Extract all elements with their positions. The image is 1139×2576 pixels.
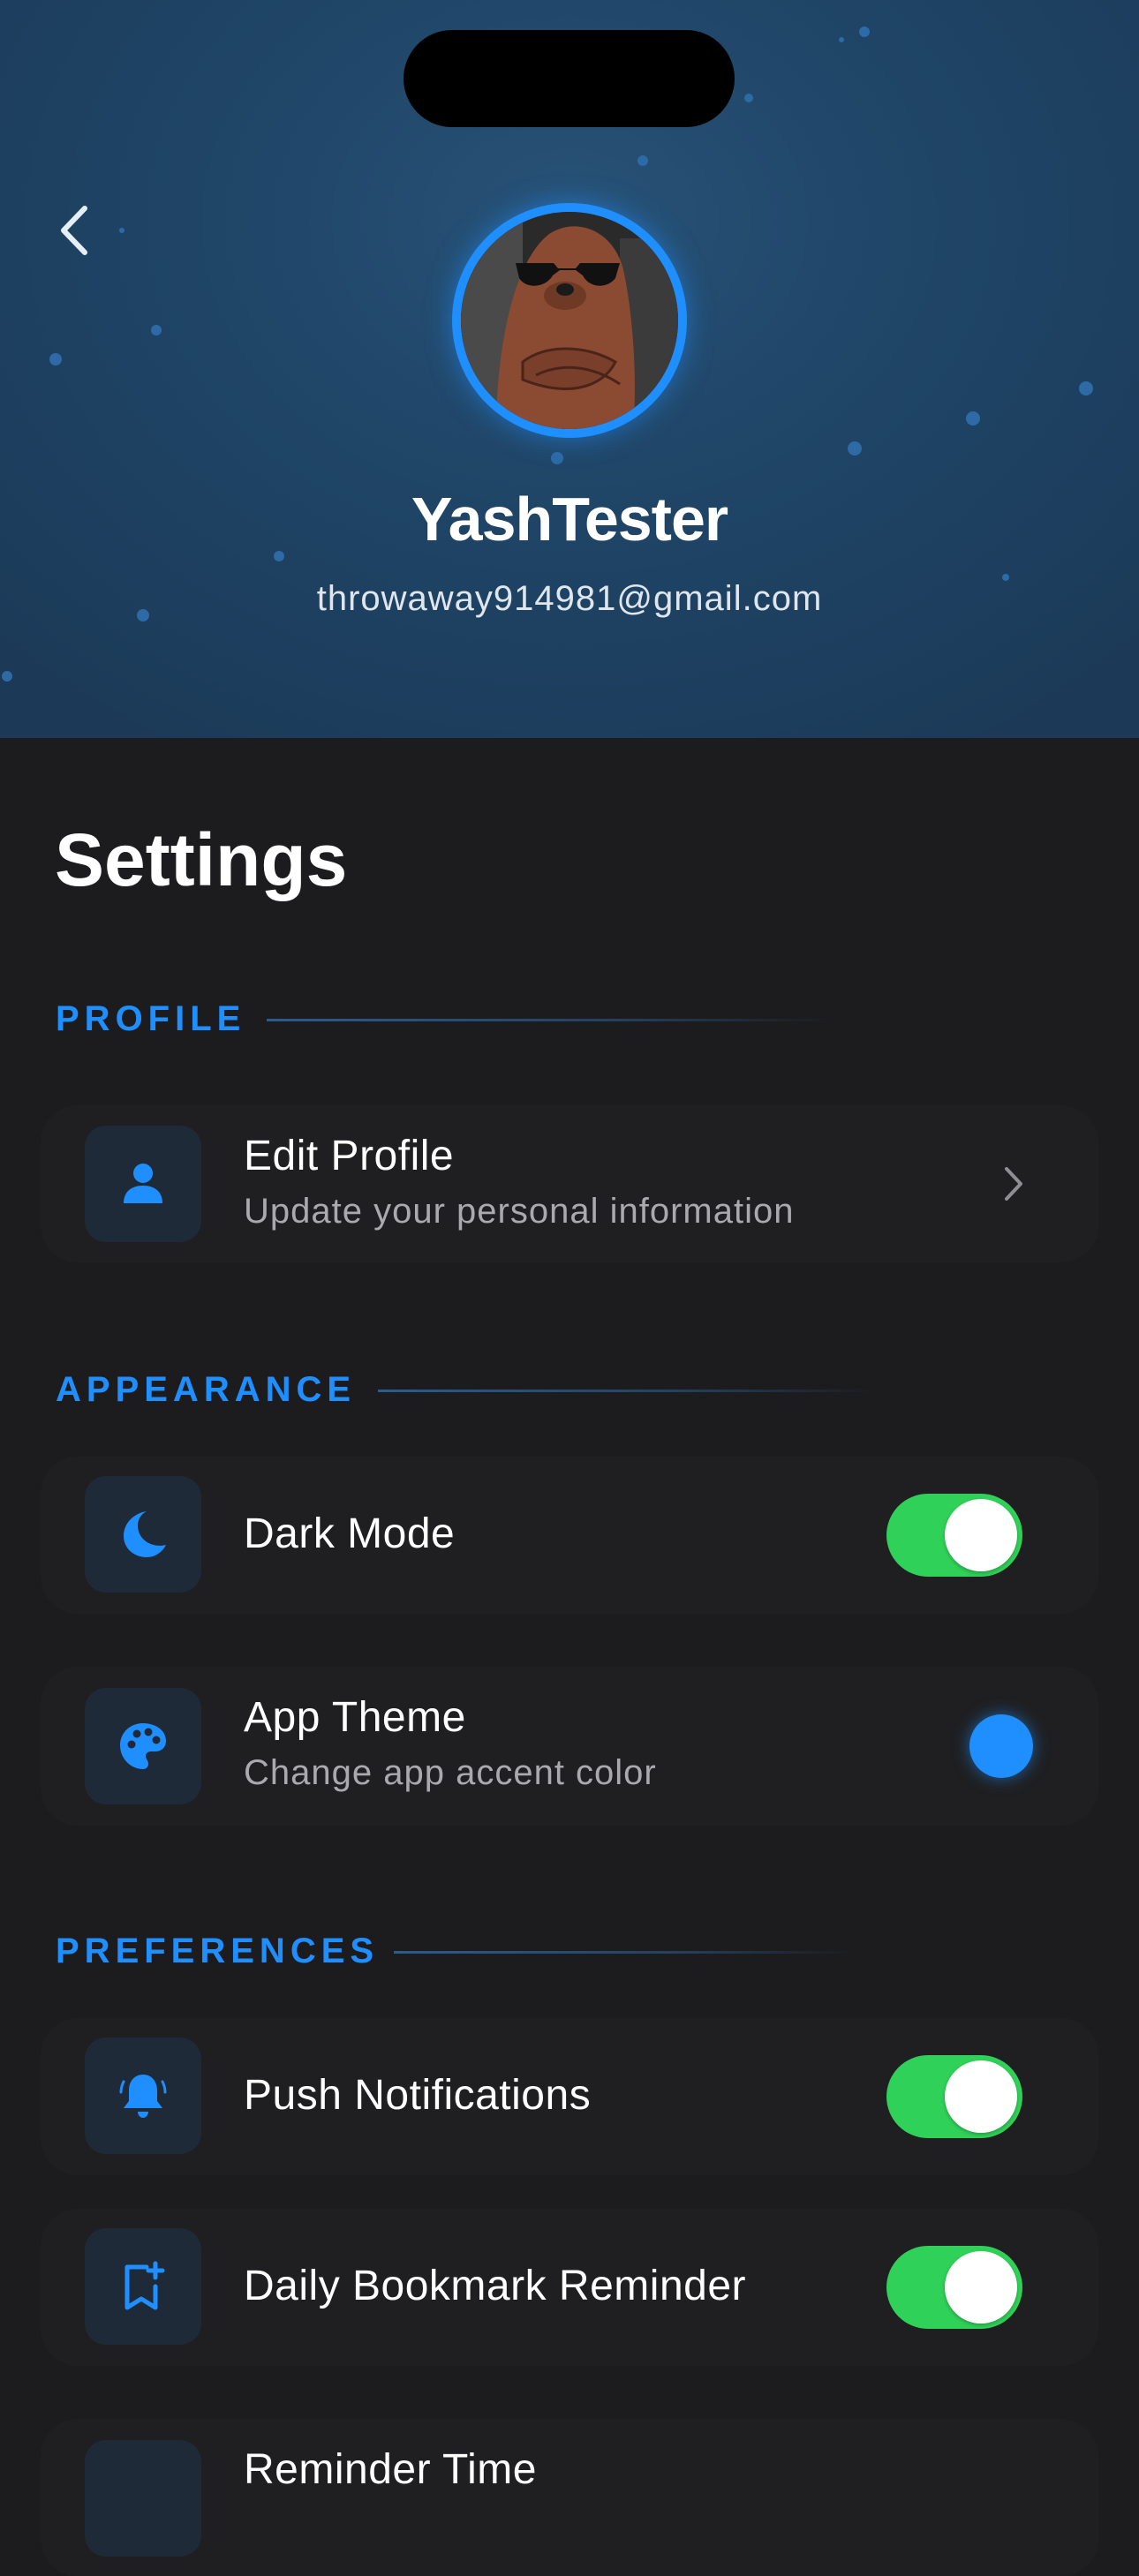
daily-bookmark-reminder-row: Daily Bookmark Reminder (41, 2209, 1098, 2366)
background-dot (966, 411, 980, 426)
profile-name: YashTester (411, 485, 728, 554)
dark-mode-toggle[interactable] (886, 1494, 1022, 1577)
toggle-knob (945, 2251, 1017, 2324)
section-divider (378, 1390, 872, 1392)
back-chevron-icon (61, 206, 87, 255)
chevron-right-icon (1005, 1167, 1022, 1201)
person-icon (124, 1164, 162, 1203)
toggle-knob (945, 1499, 1017, 1571)
profile-header: YashTester throwaway914981@gmail.com (0, 0, 1139, 738)
edit-profile-icon-box (85, 1126, 201, 1242)
push-notifications-toggle[interactable] (886, 2055, 1022, 2138)
section-label-preferences: PREFERENCES (56, 1932, 380, 1970)
avatar[interactable] (452, 203, 687, 438)
dark-mode-icon-box (85, 1476, 201, 1593)
avatar-image (461, 212, 678, 429)
reminder-time-row[interactable]: Reminder Time (41, 2419, 1098, 2576)
push-notifications-row: Push Notifications (41, 2018, 1098, 2175)
background-dot (1079, 381, 1093, 395)
moon-icon (124, 1511, 166, 1557)
daily-bookmark-icon-box (85, 2228, 201, 2345)
background-dot (848, 441, 862, 456)
dynamic-island (404, 30, 735, 127)
bear-avatar-icon (461, 212, 678, 429)
profile-email: throwaway914981@gmail.com (316, 579, 823, 618)
palette-icon (120, 1723, 166, 1769)
app-theme-title: App Theme (244, 1694, 466, 1741)
section-label-appearance: APPEARANCE (56, 1370, 357, 1409)
bell-icon (119, 2075, 167, 2118)
page-title: Settings (55, 818, 348, 901)
background-dot (151, 325, 162, 335)
background-dot (49, 353, 62, 365)
edit-profile-subtitle: Update your personal information (244, 1192, 795, 1231)
background-dot (119, 228, 124, 233)
background-dot (839, 37, 844, 42)
push-notifications-title: Push Notifications (244, 2072, 592, 2119)
background-dot (744, 94, 753, 102)
background-dot (859, 26, 870, 37)
section-divider (394, 1951, 853, 1954)
app-theme-row[interactable]: App Theme Change app accent color (41, 1667, 1098, 1826)
app-theme-subtitle: Change app accent color (244, 1753, 657, 1792)
background-dot (637, 155, 648, 166)
toggle-knob (945, 2060, 1017, 2133)
accent-color-swatch[interactable] (969, 1714, 1033, 1778)
edit-profile-row[interactable]: Edit Profile Update your personal inform… (41, 1105, 1098, 1262)
background-dot (551, 452, 563, 464)
reminder-time-title: Reminder Time (244, 2446, 537, 2493)
section-label-profile: PROFILE (56, 999, 246, 1038)
app-theme-icon-box (85, 1688, 201, 1804)
push-notifications-icon-box (85, 2037, 201, 2154)
daily-bookmark-reminder-title: Daily Bookmark Reminder (244, 2263, 747, 2309)
edit-profile-title: Edit Profile (244, 1133, 455, 1179)
dark-mode-title: Dark Mode (244, 1510, 456, 1557)
daily-bookmark-reminder-toggle[interactable] (886, 2246, 1022, 2329)
bookmark-plus-icon (124, 2261, 165, 2310)
section-divider (267, 1019, 832, 1021)
dark-mode-row: Dark Mode (41, 1457, 1098, 1614)
background-dot (2, 671, 12, 682)
back-button[interactable] (46, 200, 99, 261)
reminder-time-icon-box (85, 2440, 201, 2557)
